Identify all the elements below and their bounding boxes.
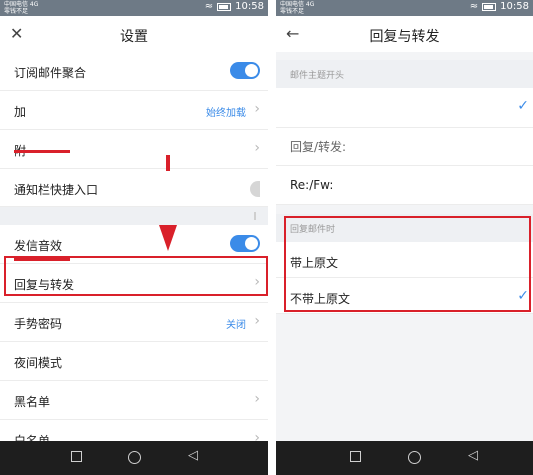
option-row-blank[interactable]: ✓	[276, 88, 533, 128]
mail-aggregation-toggle[interactable]	[230, 62, 260, 79]
status-icons: ≈ 10:58	[470, 1, 529, 12]
battery-icon	[217, 2, 232, 11]
section-header-subject: 邮件主题开头	[276, 60, 533, 88]
back-triangle-icon[interactable]: ◁	[468, 449, 478, 463]
home-icon[interactable]	[128, 451, 141, 464]
row-label: 发信音效	[14, 239, 63, 253]
carrier-sub: 零钱不足	[280, 8, 305, 15]
battery-icon	[482, 2, 497, 11]
settings-row-gesture-password[interactable]: 手势密码 关闭 ›	[0, 303, 268, 342]
row-label: 通知栏快捷入口	[14, 183, 99, 197]
send-sound-toggle[interactable]	[230, 235, 260, 252]
settings-row-notification[interactable]: 通知栏快捷入口	[0, 169, 268, 207]
row-value: 关闭	[226, 320, 246, 331]
row-label: 订阅邮件聚合	[14, 66, 87, 80]
settings-row-night-mode[interactable]: 夜间模式	[0, 342, 268, 381]
reply-forward-screen: 中国电信 4G 零钱不足 ≈ 10:58 ← 回复与转发 邮件主题开头 ✓ 回复…	[276, 0, 533, 475]
home-icon[interactable]	[408, 451, 421, 464]
status-bar: 中国电信 4G 零钱不足 ≈ 10:58	[0, 0, 268, 16]
row-value: 始终加载	[206, 108, 246, 119]
wifi-icon: ≈	[469, 1, 479, 12]
section-divider	[0, 207, 268, 225]
carrier-sub: 零钱不足	[4, 8, 29, 15]
recent-apps-icon[interactable]	[71, 451, 82, 462]
settings-row-blacklist[interactable]: 黑名单 ›	[0, 381, 268, 420]
section-label: 邮件主题开头	[290, 71, 345, 81]
settings-header: ✕ 设置	[0, 16, 268, 52]
android-nav-bar: ◁	[0, 441, 268, 475]
checkmark-icon: ✓	[517, 98, 529, 114]
chevron-right-icon: ›	[254, 140, 260, 156]
status-icons: ≈ 10:58	[205, 1, 264, 12]
chevron-right-icon: ›	[254, 391, 260, 407]
page-title: 回复与转发	[369, 29, 440, 45]
row-label: 回复/转发:	[290, 140, 347, 154]
chevron-right-icon: ›	[254, 313, 260, 329]
status-bar: 中国电信 4G 零钱不足 ≈ 10:58	[276, 0, 533, 16]
clock: 10:58	[235, 1, 264, 12]
toggle-knob	[245, 237, 258, 250]
chevron-right-icon: ›	[254, 101, 260, 117]
option-row-reply-forward[interactable]: 回复/转发:	[276, 128, 533, 166]
carrier-name: 中国电信 4G	[280, 1, 315, 8]
annotation-tick	[166, 155, 170, 171]
wifi-icon: ≈	[204, 1, 214, 12]
settings-row-load[interactable]: 加 始终加载 ›	[0, 91, 268, 130]
row-label: 加	[14, 105, 27, 119]
row-label: 手势密码	[14, 317, 63, 331]
reply-forward-header: ← 回复与转发	[276, 16, 533, 52]
scroll-indicator	[254, 212, 256, 220]
settings-screen: 中国电信 4G 零钱不足 ≈ 10:58 ✕ 设置 订阅邮件聚合 加 始终加载 …	[0, 0, 268, 475]
notification-toggle[interactable]	[250, 181, 260, 197]
toggle-knob	[245, 64, 258, 77]
android-nav-bar: ◁	[276, 441, 533, 475]
annotation-box-reply-forward	[4, 256, 268, 296]
row-label: 黑名单	[14, 395, 51, 409]
carrier-info: 中国电信 4G 零钱不足	[280, 1, 314, 15]
annotation-strike	[14, 150, 70, 153]
annotation-arrow-icon	[159, 225, 177, 251]
page-title: 设置	[120, 29, 148, 45]
back-triangle-icon[interactable]: ◁	[188, 449, 198, 463]
carrier-name: 中国电信 4G	[4, 1, 39, 8]
row-label: 夜间模式	[14, 356, 63, 370]
panel-separator	[268, 0, 276, 475]
clock: 10:58	[500, 1, 529, 12]
carrier-info: 中国电信 4G 零钱不足	[4, 1, 38, 15]
recent-apps-icon[interactable]	[350, 451, 361, 462]
option-row-re-fw[interactable]: Re:/Fw:	[276, 166, 533, 205]
annotation-box-reply-options	[284, 216, 531, 312]
row-label: Re:/Fw:	[290, 178, 334, 192]
settings-row-mail-aggregation[interactable]: 订阅邮件聚合	[0, 52, 268, 91]
